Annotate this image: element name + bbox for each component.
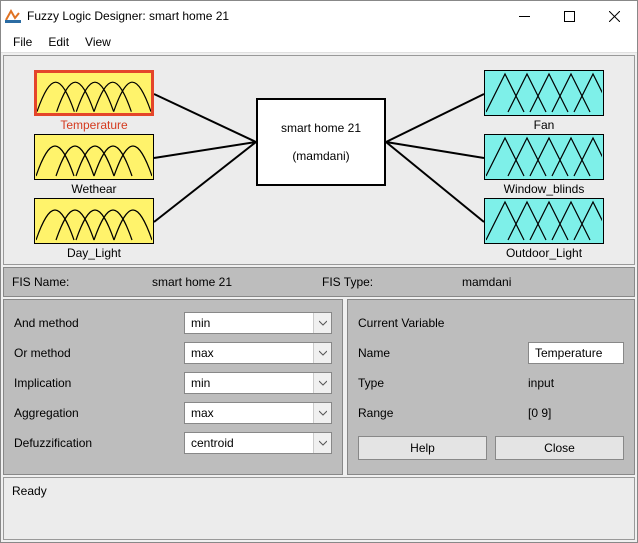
help-button[interactable]: Help (358, 436, 487, 460)
chevron-down-icon (313, 373, 331, 393)
defuzzification-label: Defuzzification (14, 436, 184, 450)
input-label-daylight: Day_Light (34, 246, 154, 260)
fis-info-bar: FIS Name: smart home 21 FIS Type: mamdan… (3, 267, 635, 297)
cv-range-value: [0 9] (528, 406, 624, 420)
app-logo (5, 8, 21, 24)
output-variable-fan[interactable] (484, 70, 604, 116)
window-title: Fuzzy Logic Designer: smart home 21 (27, 9, 502, 23)
menu-edit[interactable]: Edit (40, 33, 77, 51)
output-variable-windowblinds[interactable] (484, 134, 604, 180)
cv-range-label: Range (358, 406, 528, 420)
input-variable-daylight[interactable] (34, 198, 154, 244)
fis-type-value: mamdani (462, 275, 632, 289)
menu-file[interactable]: File (5, 33, 40, 51)
output-label-fan: Fan (484, 118, 604, 132)
chevron-down-icon (313, 403, 331, 423)
close-button[interactable]: Close (495, 436, 624, 460)
input-variable-temperature[interactable] (34, 70, 154, 116)
fis-system-block[interactable]: smart home 21 (mamdani) (256, 98, 386, 186)
diagram-canvas[interactable]: Temperature Wethear Day_Light smart home… (3, 55, 635, 265)
output-label-windowblinds: Window_blinds (484, 182, 604, 196)
chevron-down-icon (313, 313, 331, 333)
close-window-button[interactable] (592, 1, 637, 31)
or-method-select[interactable]: max (184, 342, 332, 364)
status-bar: Ready (3, 477, 635, 540)
implication-select[interactable]: min (184, 372, 332, 394)
cv-name-input[interactable]: Temperature (528, 342, 624, 364)
and-method-select[interactable]: min (184, 312, 332, 334)
chevron-down-icon (313, 433, 331, 453)
minimize-button[interactable] (502, 1, 547, 31)
cv-type-label: Type (358, 376, 528, 390)
methods-panel: And method min Or method max Implication… (3, 299, 343, 475)
fis-block-name: smart home 21 (281, 121, 361, 135)
title-bar: Fuzzy Logic Designer: smart home 21 (1, 1, 637, 31)
current-variable-panel: Current Variable Name Temperature Type i… (347, 299, 635, 475)
fis-block-type: (mamdani) (292, 149, 349, 163)
cv-type-value: input (528, 376, 624, 390)
current-variable-heading: Current Variable (358, 316, 444, 330)
and-method-label: And method (14, 316, 184, 330)
maximize-button[interactable] (547, 1, 592, 31)
aggregation-select[interactable]: max (184, 402, 332, 424)
fis-name-value: smart home 21 (152, 275, 322, 289)
input-label-temperature: Temperature (34, 118, 154, 132)
output-variable-outdoorlight[interactable] (484, 198, 604, 244)
menu-view[interactable]: View (77, 33, 119, 51)
defuzzification-select[interactable]: centroid (184, 432, 332, 454)
chevron-down-icon (313, 343, 331, 363)
cv-name-label: Name (358, 346, 528, 360)
input-label-wethear: Wethear (34, 182, 154, 196)
implication-label: Implication (14, 376, 184, 390)
fis-name-label: FIS Name: (12, 275, 152, 289)
fis-type-label: FIS Type: (322, 275, 462, 289)
or-method-label: Or method (14, 346, 184, 360)
input-variable-wethear[interactable] (34, 134, 154, 180)
aggregation-label: Aggregation (14, 406, 184, 420)
status-text: Ready (12, 484, 47, 498)
menu-bar: File Edit View (1, 31, 637, 53)
output-label-outdoorlight: Outdoor_Light (484, 246, 604, 260)
